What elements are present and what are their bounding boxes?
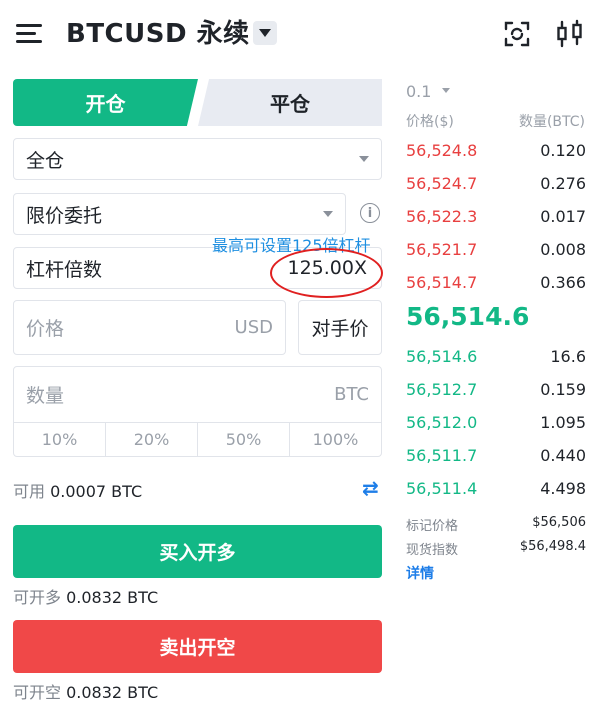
ask-qty: 0.276	[540, 174, 586, 193]
ask-qty: 0.120	[540, 141, 586, 160]
percent-10-button[interactable]: 10%	[14, 423, 105, 456]
margin-mode-value: 全仓	[26, 149, 65, 172]
margin-mode-select[interactable]: 全仓	[13, 138, 382, 180]
page-title: BTCUSD 永续	[66, 19, 250, 49]
details-link[interactable]: 详情	[406, 563, 434, 583]
max-short-label: 可开空	[13, 683, 62, 702]
bid-qty: 0.440	[540, 446, 586, 465]
percent-20-button[interactable]: 20%	[105, 423, 197, 456]
available-value: 0.0007 BTC	[50, 482, 143, 501]
ask-price: 56,522.3	[406, 207, 478, 226]
qty-header: 数量(BTC)	[518, 114, 585, 130]
available-label: 可用	[13, 482, 46, 501]
ask-qty: 0.017	[540, 207, 586, 226]
bid-price: 56,511.4	[406, 479, 478, 498]
annotation-circle	[270, 248, 383, 298]
bid-row[interactable]: 56,514.6 16.6	[406, 340, 586, 373]
info-icon[interactable]: i	[360, 203, 380, 223]
ask-row[interactable]: 56,521.7 0.008	[406, 233, 586, 266]
bid-row[interactable]: 56,511.7 0.440	[406, 439, 586, 472]
leverage-label: 杠杆倍数	[26, 258, 103, 281]
max-long-value: 0.0832 BTC	[66, 588, 159, 607]
chevron-down-icon[interactable]	[253, 21, 277, 45]
bid-qty: 4.498	[540, 479, 586, 498]
max-long: 可开多 0.0832 BTC	[13, 584, 158, 608]
mark-price: 标记价格 $56,506	[406, 515, 586, 534]
percent-50-button[interactable]: 50%	[197, 423, 289, 456]
quantity-unit: BTC	[334, 384, 369, 405]
order-type-value: 限价委托	[26, 204, 103, 227]
percentage-selector: 10% 20% 50% 100%	[14, 422, 381, 456]
mark-price-value: $56,506	[532, 515, 586, 530]
ask-qty: 0.366	[540, 273, 586, 292]
caret-down-icon	[323, 211, 333, 217]
quantity-placeholder: 数量	[26, 385, 65, 407]
bid-row[interactable]: 56,511.4 4.498	[406, 472, 586, 505]
bid-price: 56,512.7	[406, 380, 478, 399]
last-price[interactable]: 56,514.6	[406, 302, 529, 331]
bid-price: 56,511.7	[406, 446, 478, 465]
available-balance: 可用 0.0007 BTC	[13, 478, 142, 502]
quantity-input[interactable]: 数量 BTC 10% 20% 50% 100%	[13, 366, 382, 457]
candlestick-icon[interactable]	[553, 17, 587, 51]
tab-close-position[interactable]: 平仓	[198, 79, 382, 126]
ask-price: 56,521.7	[406, 240, 478, 259]
ask-row[interactable]: 56,514.7 0.366	[406, 266, 586, 299]
bid-row[interactable]: 56,512.0 1.095	[406, 406, 586, 439]
ask-row[interactable]: 56,522.3 0.017	[406, 200, 586, 233]
price-input[interactable]: 价格 USD	[13, 300, 286, 355]
swap-icon[interactable]: ⇄	[362, 478, 384, 498]
ask-price: 56,524.7	[406, 174, 478, 193]
counterparty-price-button[interactable]: 对手价	[298, 300, 382, 355]
ask-qty: 0.008	[540, 240, 586, 259]
caret-down-icon	[442, 88, 450, 93]
mark-price-label: 标记价格	[406, 519, 459, 534]
spot-index-label: 现货指数	[406, 543, 459, 558]
bid-price: 56,514.6	[406, 347, 478, 366]
depth-select[interactable]: 0.1	[406, 82, 431, 101]
max-long-label: 可开多	[13, 588, 62, 607]
spot-index: 现货指数 $56,498.4	[406, 539, 586, 558]
caret-down-icon	[359, 156, 369, 162]
price-unit: USD	[234, 317, 273, 338]
bid-qty: 1.095	[540, 413, 586, 432]
scan-icon[interactable]	[500, 17, 534, 51]
order-type-select[interactable]: 限价委托	[13, 193, 346, 235]
percent-100-button[interactable]: 100%	[289, 423, 381, 456]
sell-short-button[interactable]: 卖出开空	[13, 620, 382, 673]
buy-long-button[interactable]: 买入开多	[13, 525, 382, 578]
price-placeholder: 价格	[26, 318, 65, 340]
bid-row[interactable]: 56,512.7 0.159	[406, 373, 586, 406]
menu-icon[interactable]	[16, 24, 42, 44]
bid-price: 56,512.0	[406, 413, 478, 432]
spot-index-value: $56,498.4	[519, 539, 586, 554]
ask-row[interactable]: 56,524.7 0.276	[406, 167, 586, 200]
ask-price: 56,514.7	[406, 273, 478, 292]
bid-qty: 16.6	[550, 347, 586, 366]
max-short-value: 0.0832 BTC	[66, 683, 159, 702]
ask-row[interactable]: 56,524.8 0.120	[406, 134, 586, 167]
bid-qty: 0.159	[540, 380, 586, 399]
tab-open-position[interactable]: 开仓	[13, 79, 198, 126]
price-header: 价格($)	[406, 114, 454, 130]
ask-price: 56,524.8	[406, 141, 478, 160]
max-short: 可开空 0.0832 BTC	[13, 679, 158, 703]
